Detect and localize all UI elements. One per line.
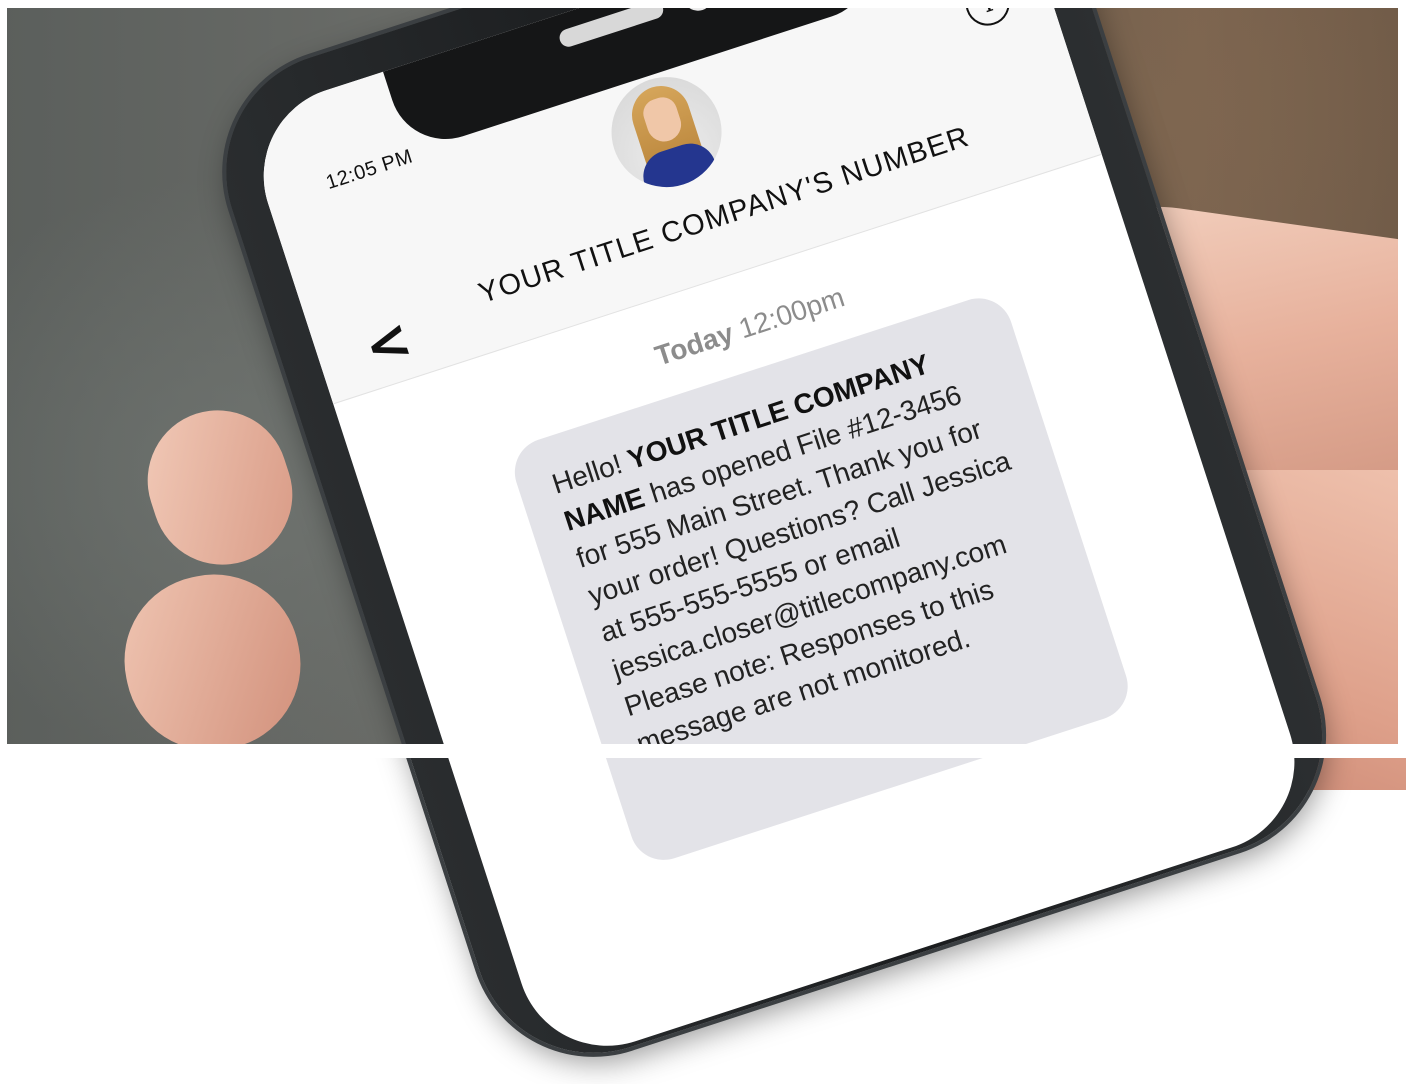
image-border-right	[1398, 0, 1406, 758]
image-border-top	[0, 0, 1406, 8]
timestamp-day: Today	[651, 317, 738, 372]
image-border-left	[0, 0, 7, 758]
timestamp-time: 12:00pm	[734, 281, 849, 345]
image-border-bottom	[0, 744, 1406, 758]
message-body: has opened File #12-3456 for 555 Main St…	[572, 378, 1015, 760]
